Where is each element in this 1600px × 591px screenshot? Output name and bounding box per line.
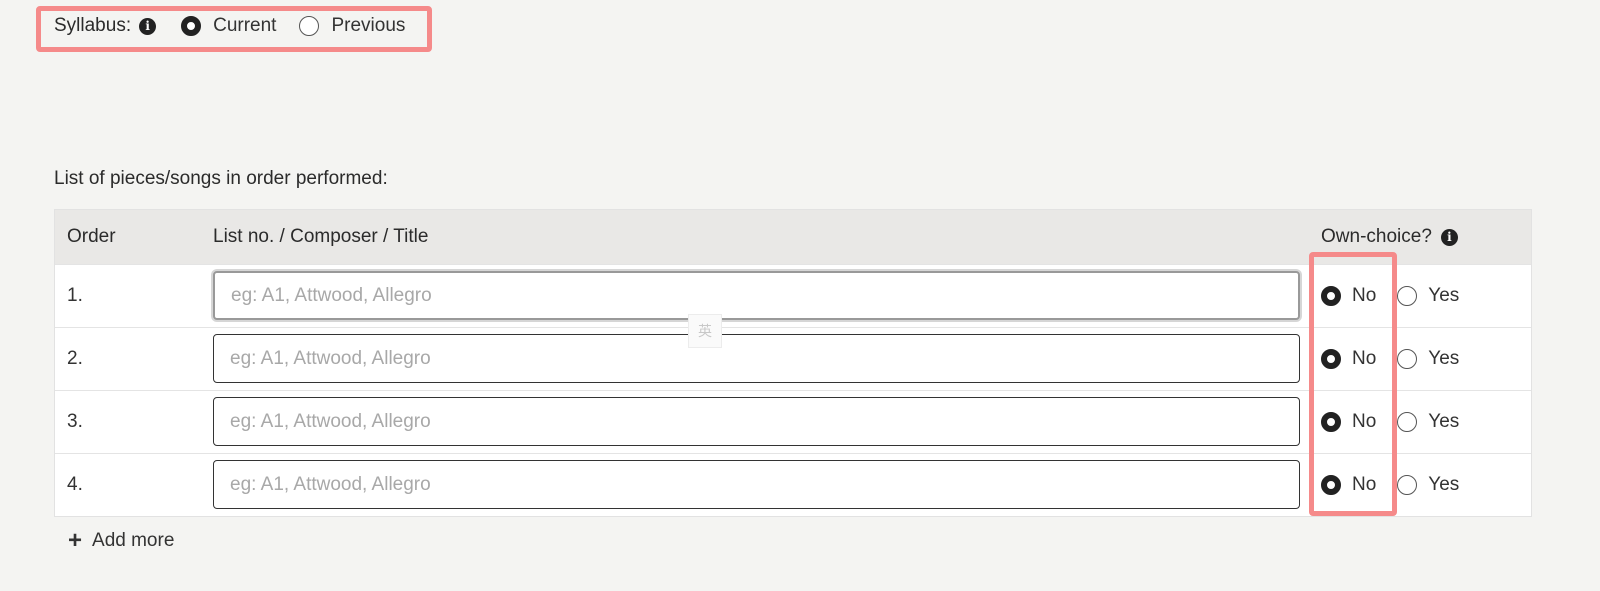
- syllabus-previous-option[interactable]: Previous: [299, 15, 405, 37]
- own-choice-group: No Yes: [1321, 265, 1459, 327]
- pieces-table: Order List no. / Composer / Title Own-ch…: [54, 209, 1532, 517]
- own-choice-no-option[interactable]: No: [1321, 474, 1376, 496]
- table-row: 3. No Yes: [55, 390, 1531, 453]
- syllabus-info-icon[interactable]: i: [139, 17, 157, 35]
- own-choice-yes-option[interactable]: Yes: [1397, 474, 1459, 496]
- syllabus-previous-label: Previous: [331, 15, 406, 36]
- plus-icon: +: [68, 527, 83, 554]
- table-row: 4. No Yes: [55, 453, 1531, 516]
- pieces-table-header: Order List no. / Composer / Title Own-ch…: [55, 210, 1531, 264]
- own-choice-no-radio[interactable]: [1321, 349, 1341, 369]
- own-choice-yes-option[interactable]: Yes: [1397, 411, 1459, 433]
- piece-title-input[interactable]: [213, 397, 1300, 446]
- own-choice-yes-radio[interactable]: [1397, 286, 1418, 306]
- own-choice-yes-label: Yes: [1428, 285, 1460, 306]
- piece-title-input[interactable]: [213, 460, 1300, 509]
- own-choice-no-label: No: [1352, 474, 1377, 495]
- own-choice-no-label: No: [1352, 411, 1377, 432]
- own-choice-no-radio[interactable]: [1321, 475, 1341, 495]
- piece-title-input[interactable]: [213, 271, 1300, 320]
- row-order: 1.: [67, 285, 83, 306]
- row-order: 2.: [67, 348, 83, 369]
- column-header-title: List no. / Composer / Title: [213, 226, 429, 247]
- pieces-section-title: List of pieces/songs in order performed:: [54, 168, 388, 189]
- table-row: 1. No Yes: [55, 264, 1531, 327]
- syllabus-current-option[interactable]: Current: [181, 15, 276, 37]
- own-choice-no-option[interactable]: No: [1321, 285, 1376, 307]
- column-header-order: Order: [67, 226, 116, 247]
- own-choice-no-label: No: [1352, 348, 1377, 369]
- own-choice-yes-label: Yes: [1428, 348, 1460, 369]
- syllabus-previous-radio[interactable]: [299, 16, 320, 36]
- own-choice-yes-option[interactable]: Yes: [1397, 348, 1459, 370]
- add-more-label: Add more: [92, 530, 175, 551]
- piece-title-input[interactable]: [213, 334, 1300, 383]
- row-order: 3.: [67, 411, 83, 432]
- own-choice-no-label: No: [1352, 285, 1377, 306]
- own-choice-yes-radio[interactable]: [1397, 349, 1418, 369]
- syllabus-current-radio[interactable]: [181, 16, 202, 36]
- own-choice-yes-label: Yes: [1428, 474, 1460, 495]
- own-choice-group: No Yes: [1321, 454, 1459, 516]
- table-row: 2. No Yes: [55, 327, 1531, 390]
- own-choice-yes-radio[interactable]: [1397, 475, 1418, 495]
- row-order: 4.: [67, 474, 83, 495]
- own-choice-yes-radio[interactable]: [1397, 412, 1418, 432]
- add-more-button[interactable]: + Add more: [68, 527, 174, 555]
- own-choice-group: No Yes: [1321, 391, 1459, 453]
- own-choice-no-radio[interactable]: [1321, 412, 1341, 432]
- own-choice-info-icon[interactable]: i: [1440, 228, 1458, 246]
- ime-indicator: 英: [688, 314, 722, 348]
- own-choice-no-option[interactable]: No: [1321, 411, 1376, 433]
- column-header-own-choice: Own-choice? i: [1321, 226, 1458, 248]
- own-choice-no-option[interactable]: No: [1321, 348, 1376, 370]
- own-choice-no-radio[interactable]: [1321, 286, 1341, 306]
- own-choice-yes-label: Yes: [1428, 411, 1460, 432]
- own-choice-yes-option[interactable]: Yes: [1397, 285, 1459, 307]
- syllabus-current-label: Current: [213, 15, 277, 36]
- syllabus-label: Syllabus:: [54, 15, 132, 36]
- syllabus-selector: Syllabus: i Current Previous: [54, 10, 405, 42]
- own-choice-label: Own-choice?: [1321, 226, 1432, 247]
- own-choice-group: No Yes: [1321, 328, 1459, 390]
